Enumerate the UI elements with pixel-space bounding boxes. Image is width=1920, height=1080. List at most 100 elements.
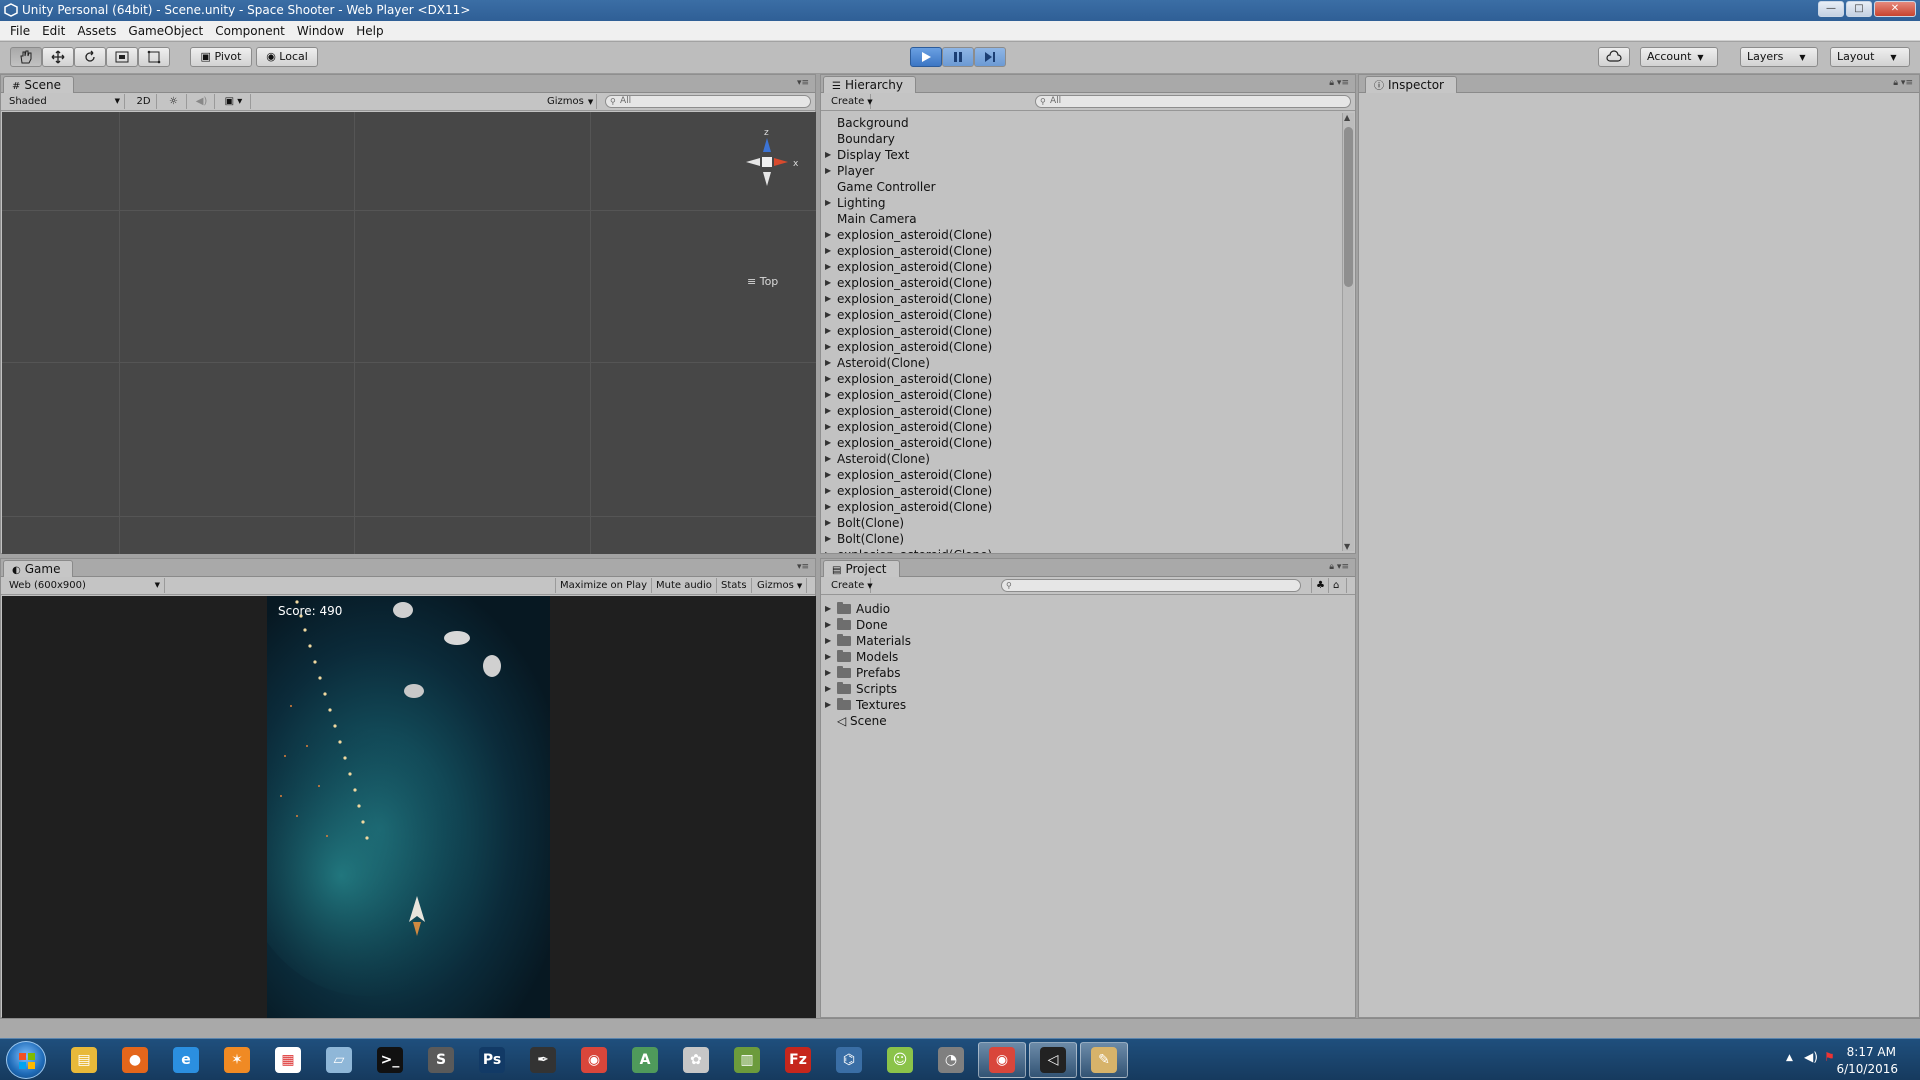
project-create-dropdown[interactable]: Create ▼ bbox=[827, 578, 873, 593]
hierarchy-item[interactable]: ▶ Bolt(Clone) bbox=[821, 531, 1341, 547]
filter-by-label-button[interactable]: ⌂ bbox=[1329, 578, 1347, 593]
tab-inspector[interactable]: ⓘ Inspector bbox=[1365, 76, 1457, 93]
layout-dropdown[interactable]: Layout ▼ bbox=[1830, 47, 1910, 67]
hierarchy-item[interactable]: ▶ Asteroid(Clone) bbox=[821, 451, 1341, 467]
scroll-down-icon[interactable]: ▼ bbox=[1344, 542, 1350, 551]
move-tool-button[interactable] bbox=[42, 47, 74, 67]
project-folder[interactable]: ▶ Models bbox=[821, 649, 1341, 665]
scene-orientation-gizmo[interactable]: z x bbox=[736, 126, 806, 206]
hierarchy-item[interactable]: ▶ explosion_asteroid(Clone) bbox=[821, 323, 1341, 339]
hierarchy-item[interactable]: ▶ explosion_asteroid(Clone) bbox=[821, 387, 1341, 403]
expand-arrow-icon[interactable]: ▶ bbox=[825, 355, 831, 371]
hierarchy-item[interactable]: ▶ explosion_asteroid(Clone) bbox=[821, 483, 1341, 499]
expand-arrow-icon[interactable]: ▶ bbox=[825, 531, 831, 547]
menu-gameobject[interactable]: GameObject bbox=[122, 21, 209, 41]
hierarchy-item[interactable]: ▶ explosion_asteroid(Clone) bbox=[821, 547, 1341, 553]
gizmo-z-axis[interactable] bbox=[763, 138, 771, 152]
game-gizmos-dropdown[interactable]: Gizmos ▼ bbox=[753, 578, 808, 593]
menu-edit[interactable]: Edit bbox=[36, 21, 71, 41]
taskbar-app[interactable]: Ps bbox=[468, 1042, 516, 1078]
taskbar-app[interactable]: ● bbox=[111, 1042, 159, 1078]
scene-view-label[interactable]: ≡ Top bbox=[747, 275, 778, 288]
expand-arrow-icon[interactable]: ▶ bbox=[825, 435, 831, 451]
hierarchy-create-dropdown[interactable]: Create ▼ bbox=[827, 94, 873, 109]
play-button[interactable] bbox=[910, 47, 942, 67]
scrollbar-thumb[interactable] bbox=[1344, 127, 1353, 287]
maximize-on-play-toggle[interactable]: Maximize on Play bbox=[555, 578, 653, 593]
show-hidden-icons-icon[interactable]: ▲ bbox=[1786, 1053, 1793, 1063]
taskbar-app[interactable]: ▦ bbox=[264, 1042, 312, 1078]
hierarchy-item[interactable]: Boundary bbox=[821, 131, 1341, 147]
expand-arrow-icon[interactable]: ▶ bbox=[825, 681, 831, 697]
taskbar-app[interactable]: S bbox=[417, 1042, 465, 1078]
hierarchy-item[interactable]: Game Controller bbox=[821, 179, 1341, 195]
game-render[interactable]: Score: 490 bbox=[267, 596, 550, 1020]
expand-arrow-icon[interactable]: ▶ bbox=[825, 387, 831, 403]
lock-and-menu-icon[interactable]: 🔒︎ ▾≡ bbox=[1329, 78, 1349, 88]
taskbar-app[interactable]: ✿ bbox=[672, 1042, 720, 1078]
expand-arrow-icon[interactable]: ▶ bbox=[825, 147, 831, 163]
pause-button[interactable] bbox=[942, 47, 974, 67]
menu-help[interactable]: Help bbox=[350, 21, 389, 41]
expand-arrow-icon[interactable]: ▶ bbox=[825, 163, 831, 179]
hierarchy-item[interactable]: ▶ Player bbox=[821, 163, 1341, 179]
scene-viewport[interactable]: z x ≡ Top bbox=[2, 112, 816, 554]
scene-lighting-toggle[interactable]: ☼ bbox=[161, 94, 187, 109]
maximize-button[interactable]: □ bbox=[1846, 1, 1872, 17]
expand-arrow-icon[interactable]: ▶ bbox=[825, 499, 831, 515]
menu-component[interactable]: Component bbox=[209, 21, 291, 41]
rect-tool-button[interactable] bbox=[138, 47, 170, 67]
taskbar-app[interactable]: ◁ bbox=[1029, 1042, 1077, 1078]
action-center-flag-icon[interactable]: ⚑ bbox=[1824, 1050, 1835, 1064]
expand-arrow-icon[interactable]: ▶ bbox=[825, 483, 831, 499]
expand-arrow-icon[interactable]: ▶ bbox=[825, 617, 831, 633]
expand-arrow-icon[interactable]: ▶ bbox=[825, 419, 831, 435]
taskbar-app[interactable]: Fz bbox=[774, 1042, 822, 1078]
scale-tool-button[interactable] bbox=[106, 47, 138, 67]
taskbar-app[interactable]: ◉ bbox=[978, 1042, 1026, 1078]
expand-arrow-icon[interactable]: ▶ bbox=[825, 633, 831, 649]
tab-game[interactable]: ◐ Game bbox=[3, 560, 74, 577]
lock-and-menu-icon[interactable]: 🔒︎ ▾≡ bbox=[1893, 78, 1913, 88]
tab-hierarchy[interactable]: ☰ Hierarchy bbox=[823, 76, 916, 93]
local-toggle-button[interactable]: ◉ Local bbox=[256, 47, 318, 67]
panel-menu-icon[interactable]: ▾≡ bbox=[797, 562, 809, 572]
taskbar-app[interactable]: ✶ bbox=[213, 1042, 261, 1078]
hierarchy-item[interactable]: ▶ Display Text bbox=[821, 147, 1341, 163]
project-folder[interactable]: ▶ Done bbox=[821, 617, 1341, 633]
expand-arrow-icon[interactable]: ▶ bbox=[825, 515, 831, 531]
volume-icon[interactable]: ◀) bbox=[1804, 1050, 1818, 1064]
taskbar-app[interactable]: >_ bbox=[366, 1042, 414, 1078]
start-button[interactable] bbox=[6, 1041, 46, 1079]
expand-arrow-icon[interactable]: ▶ bbox=[825, 259, 831, 275]
hierarchy-item[interactable]: ▶ Asteroid(Clone) bbox=[821, 355, 1341, 371]
gizmo-center[interactable] bbox=[762, 157, 772, 167]
hierarchy-scrollbar[interactable]: ▲ ▼ bbox=[1342, 113, 1354, 551]
hierarchy-item[interactable]: Main Camera bbox=[821, 211, 1341, 227]
minimize-button[interactable]: — bbox=[1818, 1, 1844, 17]
cloud-button[interactable] bbox=[1598, 47, 1630, 67]
hierarchy-item[interactable]: ▶ explosion_asteroid(Clone) bbox=[821, 307, 1341, 323]
resolution-dropdown[interactable]: Web (600x900) ▼ bbox=[5, 578, 165, 593]
project-folder[interactable]: ▶ Textures bbox=[821, 697, 1341, 713]
hierarchy-item[interactable]: Background bbox=[821, 115, 1341, 131]
scene-audio-toggle[interactable]: ◀) bbox=[189, 94, 215, 109]
menu-file[interactable]: File bbox=[4, 21, 36, 41]
project-search-input[interactable]: ⚲ bbox=[1001, 579, 1301, 592]
hierarchy-item[interactable]: ▶ explosion_asteroid(Clone) bbox=[821, 467, 1341, 483]
toggle-2d-button[interactable]: 2D bbox=[131, 94, 157, 109]
hierarchy-item[interactable]: ▶ explosion_asteroid(Clone) bbox=[821, 371, 1341, 387]
clock-date[interactable]: 6/10/2016 bbox=[1836, 1062, 1898, 1076]
expand-arrow-icon[interactable]: ▶ bbox=[825, 403, 831, 419]
expand-arrow-icon[interactable]: ▶ bbox=[825, 243, 831, 259]
tab-scene[interactable]: # Scene bbox=[3, 76, 74, 93]
expand-arrow-icon[interactable]: ▶ bbox=[825, 291, 831, 307]
taskbar-app[interactable]: ▱ bbox=[315, 1042, 363, 1078]
rotate-tool-button[interactable] bbox=[74, 47, 106, 67]
expand-arrow-icon[interactable]: ▶ bbox=[825, 195, 831, 211]
hierarchy-search-input[interactable]: ⚲ All bbox=[1035, 95, 1351, 108]
account-dropdown[interactable]: Account ▼ bbox=[1640, 47, 1718, 67]
gizmos-dropdown[interactable]: Gizmos ▼ bbox=[543, 94, 597, 109]
gizmo-neg-z-axis[interactable] bbox=[763, 172, 771, 186]
expand-arrow-icon[interactable]: ▶ bbox=[825, 601, 831, 617]
